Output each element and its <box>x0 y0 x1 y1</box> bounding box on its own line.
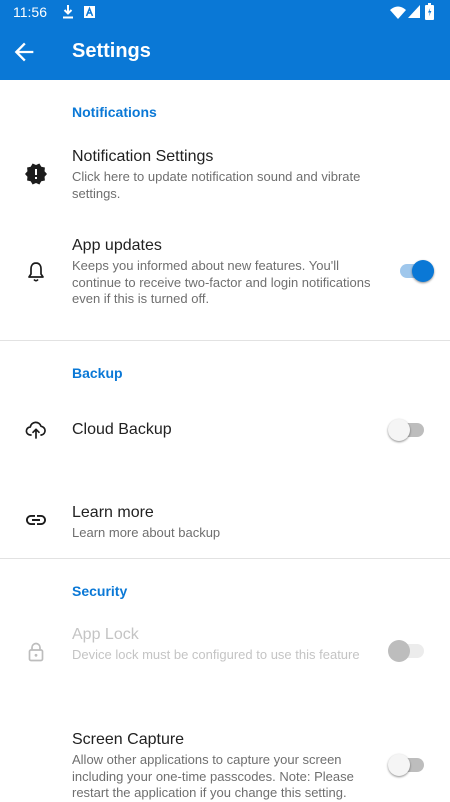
toggle-thumb <box>412 260 434 282</box>
app-bar: Settings <box>0 24 450 80</box>
page-title: Settings <box>72 40 151 62</box>
section-divider <box>0 558 450 559</box>
app-lock-toggle <box>388 640 426 662</box>
app-updates-row[interactable]: App updates Keeps you informed about new… <box>0 226 450 322</box>
app-updates-subtitle: Keeps you informed about new features. Y… <box>72 258 371 306</box>
app-notification-icon <box>84 6 95 18</box>
download-icon <box>63 5 73 19</box>
section-header-notifications: Notifications <box>72 104 157 120</box>
signal-icon <box>408 5 420 18</box>
lock-icon <box>28 642 44 662</box>
notification-settings-title: Notification Settings <box>72 148 214 165</box>
screen-capture-toggle[interactable] <box>388 754 426 776</box>
toggle-thumb <box>388 754 410 776</box>
app-lock-title: App Lock <box>72 626 139 643</box>
section-divider <box>0 340 450 341</box>
learn-more-subtitle: Learn more about backup <box>72 525 221 540</box>
toggle-thumb <box>388 419 410 441</box>
section-header-backup: Backup <box>72 365 123 381</box>
link-icon <box>26 515 46 525</box>
cloud-backup-toggle[interactable] <box>388 419 426 441</box>
cloud-backup-row[interactable]: Cloud Backup <box>0 402 450 458</box>
section-header-security: Security <box>72 583 128 599</box>
status-bar: 11:56 <box>0 0 450 24</box>
notification-settings-row[interactable]: Notification Settings Click here to upda… <box>0 136 450 212</box>
screen-capture-row[interactable]: Screen Capture Allow other applications … <box>0 720 450 800</box>
learn-more-row[interactable]: Learn more Learn more about backup <box>0 494 450 550</box>
learn-more-title: Learn more <box>72 504 154 521</box>
app-lock-row: App Lock Device lock must be configured … <box>0 616 450 692</box>
app-updates-toggle[interactable] <box>392 260 434 282</box>
toggle-thumb <box>388 640 410 662</box>
cloud-backup-title: Cloud Backup <box>72 421 172 438</box>
wifi-icon <box>390 6 406 19</box>
status-time: 11:56 <box>13 4 47 20</box>
arrow-back-icon <box>14 42 34 62</box>
notification-settings-subtitle: Click here to update notification sound … <box>72 169 361 201</box>
alert-badge-icon <box>25 163 47 185</box>
screen-capture-title: Screen Capture <box>72 731 185 748</box>
battery-icon <box>425 3 434 20</box>
bell-icon <box>28 262 44 282</box>
app-updates-title: App updates <box>72 237 162 254</box>
app-lock-subtitle: Device lock must be configured to use th… <box>72 647 360 662</box>
screen-capture-subtitle: Allow other applications to capture your… <box>72 752 354 800</box>
cloud-upload-icon <box>25 421 46 439</box>
back-button[interactable] <box>10 38 38 66</box>
